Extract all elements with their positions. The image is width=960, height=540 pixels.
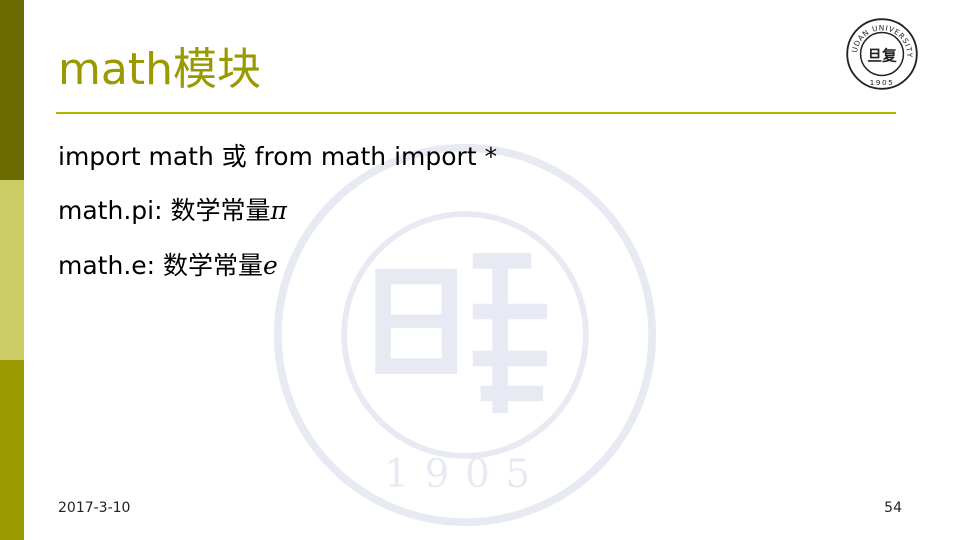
page-number: 54 — [884, 500, 902, 516]
logo-character: 旦复 — [867, 47, 897, 65]
content-line-2: math.pi: 数学常量π — [58, 193, 287, 229]
content-line-1-text: import math 或 from math import * — [58, 142, 498, 171]
university-seal-watermark: 1905 — [273, 143, 657, 527]
logo-year: 1905 — [870, 78, 895, 87]
content-line-3-text: math.e: 数学常量 — [58, 251, 264, 280]
title-underline — [56, 112, 896, 114]
footer-date: 2017-3-10 — [58, 500, 131, 516]
pi-symbol: π — [270, 196, 287, 225]
svg-text:1905: 1905 — [384, 452, 546, 497]
sidebar-block-top — [0, 0, 24, 180]
content-line-3: math.e: 数学常量e — [58, 248, 278, 284]
sidebar-block-middle — [0, 180, 24, 360]
content-line-2-text: math.pi: 数学常量 — [58, 196, 271, 225]
university-logo: FUDAN UNIVERSITY 旦复 1905 — [845, 17, 918, 90]
e-symbol: e — [263, 251, 278, 280]
sidebar-block-bottom — [0, 360, 24, 540]
slide: 1905 math模块 import math 或 from math impo… — [0, 0, 960, 540]
slide-title: math模块 — [58, 44, 261, 95]
content-line-1: import math 或 from math import * — [58, 139, 497, 175]
